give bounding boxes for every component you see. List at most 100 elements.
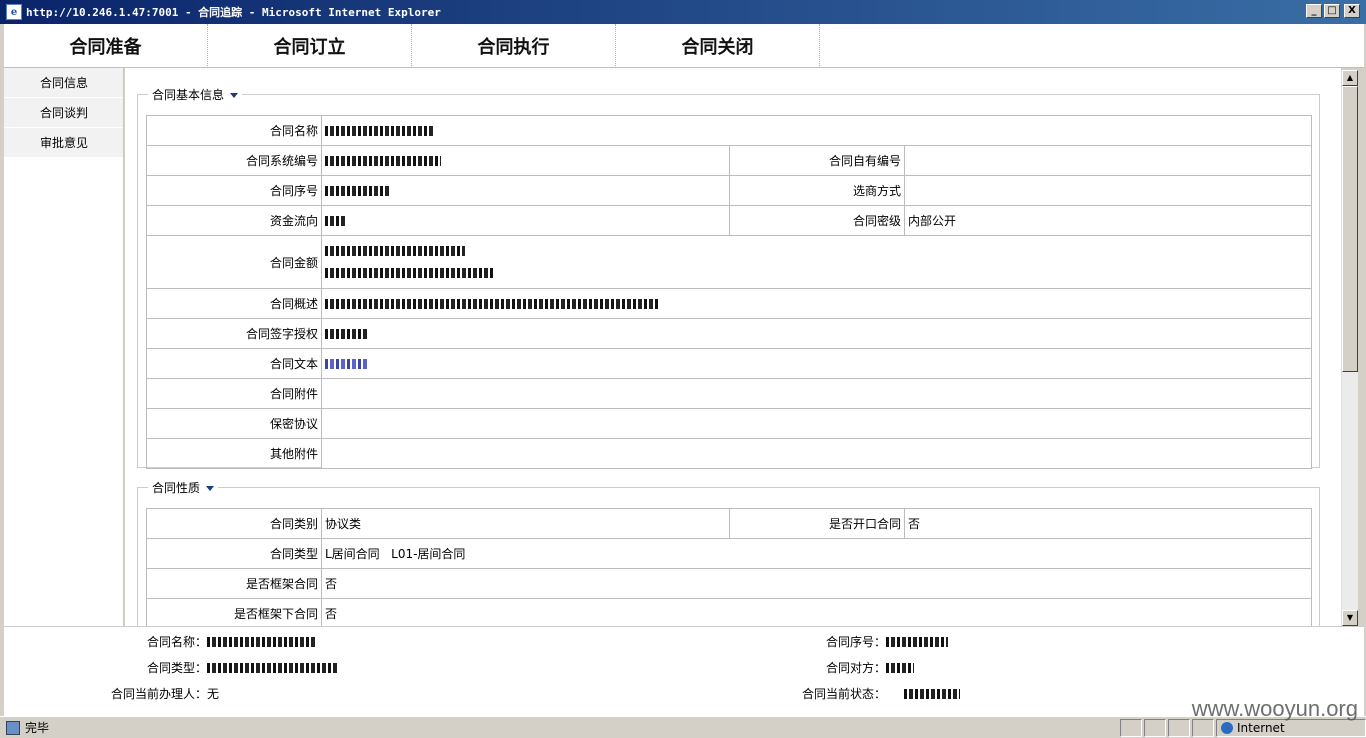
tab-contract-prepare[interactable]: 合同准备 xyxy=(4,24,208,68)
redacted-text xyxy=(325,299,659,309)
page-done-icon xyxy=(6,720,20,735)
value-fund-flow xyxy=(321,205,730,236)
footer-sequence: 合同序号： xyxy=(826,633,949,650)
redacted-text xyxy=(904,688,961,699)
label-summary: 合同概述 xyxy=(146,288,322,319)
sidebar-item-negotiation[interactable]: 合同谈判 xyxy=(4,98,123,128)
value-open-contract: 否 xyxy=(904,508,1312,539)
label-contract-text: 合同文本 xyxy=(146,348,322,379)
label-sign-authorization: 合同签字授权 xyxy=(146,318,322,349)
contract-nature-legend-text: 合同性质 xyxy=(152,481,201,495)
redacted-text xyxy=(325,186,389,196)
footer-handler-value: 无 xyxy=(207,687,220,701)
redacted-text xyxy=(325,329,367,339)
label-category: 合同类别 xyxy=(146,508,322,539)
value-selection-method xyxy=(904,175,1312,206)
label-attachment: 合同附件 xyxy=(146,378,322,409)
footer-contract-type: 合同类型： xyxy=(147,659,338,676)
label-own-number: 合同自有编号 xyxy=(729,145,905,176)
value-summary xyxy=(321,288,1312,319)
basic-info-legend-text: 合同基本信息 xyxy=(152,88,225,102)
status-cell xyxy=(1144,718,1166,737)
value-attachment xyxy=(321,378,1312,409)
contract-nature-legend[interactable]: 合同性质 xyxy=(148,479,218,496)
footer-current-handler: 合同当前办理人： 无 xyxy=(111,685,219,702)
value-other-attachment xyxy=(321,438,1312,469)
redacted-text xyxy=(886,636,949,647)
label-fund-flow: 资金流向 xyxy=(146,205,322,236)
footer-status-label: 合同当前状态： xyxy=(802,687,887,701)
close-button[interactable]: X xyxy=(1344,4,1360,18)
footer-counterparty: 合同对方： xyxy=(826,659,915,676)
value-under-frame: 否 xyxy=(321,598,1312,626)
footer-contract-name: 合同名称： xyxy=(147,633,316,650)
footer-seq-label: 合同序号： xyxy=(826,635,887,649)
value-contract-name xyxy=(321,115,1312,146)
value-contract-text xyxy=(321,348,1312,379)
footer-party-label: 合同对方： xyxy=(826,661,887,675)
footer-current-status: 合同当前状态： xyxy=(802,685,961,702)
redacted-text xyxy=(325,246,465,256)
redacted-text xyxy=(886,662,915,673)
browser-statusbar: 完毕 Internet xyxy=(0,716,1366,738)
value-category: 协议类 xyxy=(321,508,730,539)
value-sign-authorization xyxy=(321,318,1312,349)
redacted-text xyxy=(325,216,347,226)
scroll-up-icon[interactable]: ▲ xyxy=(1342,70,1358,86)
value-nda xyxy=(321,408,1312,439)
label-system-number: 合同系统编号 xyxy=(146,145,322,176)
vertical-scrollbar[interactable]: ▲ ▼ xyxy=(1341,70,1358,626)
ie-icon: e xyxy=(6,4,22,20)
window-controls: _ □ X xyxy=(1306,4,1360,18)
label-nda: 保密协议 xyxy=(146,408,322,439)
footer-name-label: 合同名称： xyxy=(147,635,208,649)
scroll-thumb[interactable] xyxy=(1342,86,1358,372)
globe-icon xyxy=(1221,721,1233,734)
minimize-button[interactable]: _ xyxy=(1306,4,1322,18)
value-own-number xyxy=(904,145,1312,176)
tab-contract-execute[interactable]: 合同执行 xyxy=(412,24,616,68)
redacted-text xyxy=(325,126,433,136)
scroll-down-icon[interactable]: ▼ xyxy=(1342,610,1358,626)
maximize-button[interactable]: □ xyxy=(1324,4,1340,18)
label-other-attachment: 其他附件 xyxy=(146,438,322,469)
window-title: http://10.246.1.47:7001 - 合同追踪 - Microso… xyxy=(26,6,441,19)
contract-nature-table: 合同类别 协议类 是否开口合同 否 合同类型 L居间合同 L01-居间合同 是否… xyxy=(146,508,1312,626)
label-amount: 合同金额 xyxy=(146,235,322,289)
redacted-text xyxy=(325,156,441,166)
label-contract-name: 合同名称 xyxy=(146,115,322,146)
label-selection-method: 选商方式 xyxy=(729,175,905,206)
tab-contract-close[interactable]: 合同关闭 xyxy=(616,24,820,68)
top-nav: 合同准备 合同订立 合同执行 合同关闭 xyxy=(4,24,1364,68)
contract-nature-section: 合同性质 合同类别 协议类 是否开口合同 否 合同类型 L居间合同 L01-居间… xyxy=(137,479,1320,626)
label-frame-contract: 是否框架合同 xyxy=(146,568,322,599)
sidebar-item-contract-info[interactable]: 合同信息 xyxy=(4,68,123,98)
label-sequence: 合同序号 xyxy=(146,175,322,206)
value-sequence xyxy=(321,175,730,206)
basic-info-legend[interactable]: 合同基本信息 xyxy=(148,86,242,103)
chevron-down-icon xyxy=(230,93,239,98)
redacted-text xyxy=(325,268,495,278)
main-content: 合同基本信息 合同名称 合同系统编号 合同自有编号 合同序号 选商方式 资金流向 xyxy=(125,68,1341,626)
sidebar-item-approval[interactable]: 审批意见 xyxy=(4,128,123,158)
status-cell xyxy=(1168,718,1190,737)
chevron-down-icon xyxy=(206,486,215,491)
basic-info-section: 合同基本信息 合同名称 合同系统编号 合同自有编号 合同序号 选商方式 资金流向 xyxy=(137,86,1320,469)
contract-text-link[interactable] xyxy=(325,359,369,369)
value-system-number xyxy=(321,145,730,176)
value-contract-type: L居间合同 L01-居间合同 xyxy=(321,538,1312,569)
contract-summary-footer: 合同名称： 合同类型： 合同当前办理人： 无 合同序号： 合同对方： 合同当前状… xyxy=(4,626,1364,716)
value-frame-contract: 否 xyxy=(321,568,1312,599)
label-secret-level: 合同密级 xyxy=(729,205,905,236)
window-titlebar: e http://10.246.1.47:7001 - 合同追踪 - Micro… xyxy=(0,0,1366,24)
label-open-contract: 是否开口合同 xyxy=(729,508,905,539)
status-text: 完毕 xyxy=(25,721,50,735)
redacted-text xyxy=(207,662,338,673)
value-amount xyxy=(321,235,1312,289)
basic-info-table: 合同名称 合同系统编号 合同自有编号 合同序号 选商方式 资金流向 合同密级 内… xyxy=(146,115,1312,469)
footer-type-label: 合同类型： xyxy=(147,661,208,675)
tab-contract-sign[interactable]: 合同订立 xyxy=(208,24,412,68)
status-cell xyxy=(1120,718,1142,737)
sidebar: 合同信息 合同谈判 审批意见 xyxy=(4,68,124,626)
label-under-frame: 是否框架下合同 xyxy=(146,598,322,626)
